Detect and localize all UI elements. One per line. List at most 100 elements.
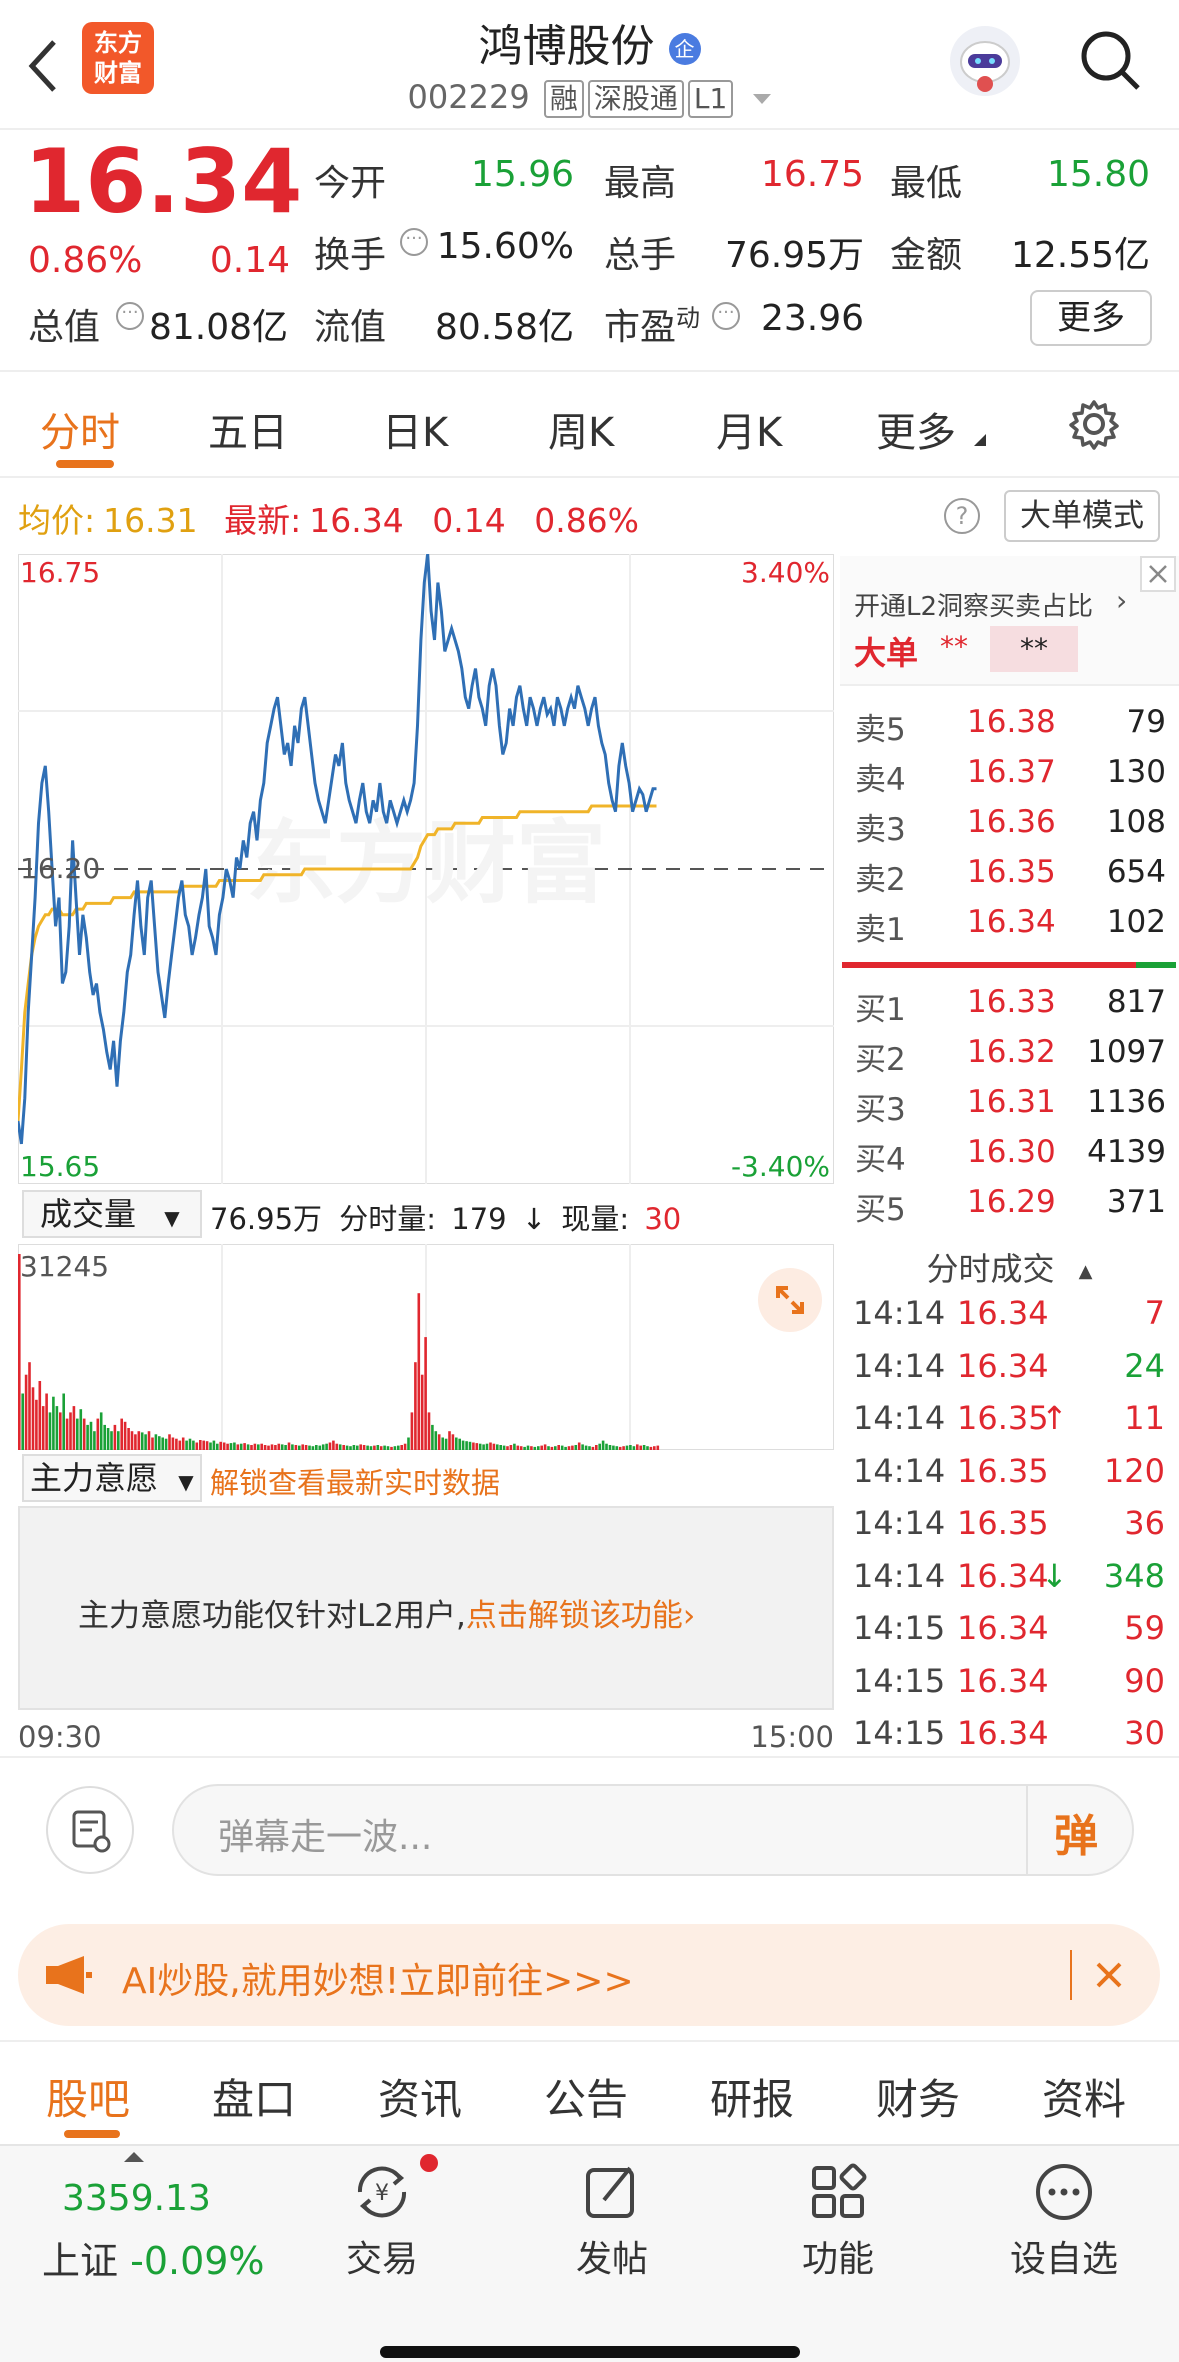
tab-daily-k[interactable]: 日K — [382, 400, 448, 458]
nav-trade[interactable]: 交易 — [322, 2230, 442, 2282]
robot-avatar-icon[interactable] — [950, 26, 1020, 96]
intraday-price-chart[interactable]: 东方财富 — [18, 554, 834, 1184]
tag-level: L1 — [687, 80, 734, 118]
more-button[interactable]: 更多 — [1030, 290, 1152, 346]
trade-price: 16.35 — [957, 1504, 1049, 1542]
volume-bar — [199, 1440, 202, 1450]
trades-title[interactable]: 分时成交 ▲ — [840, 1244, 1179, 1290]
volume-bar — [28, 1362, 31, 1450]
volume-bar — [639, 1445, 642, 1450]
bid-price: 16.30 — [967, 1134, 1056, 1170]
volume-bar — [636, 1444, 639, 1450]
bid-volume: 817 — [1106, 984, 1166, 1020]
nav-functions[interactable]: 功能 — [778, 2230, 898, 2282]
unlock-realtime-link[interactable]: 解锁查看最新实时数据 — [210, 1460, 500, 1502]
tab-announcements[interactable]: 公告 — [544, 2066, 628, 2127]
caret-up-icon[interactable] — [124, 2152, 144, 2162]
functions-icon[interactable] — [806, 2160, 870, 2224]
l2-promo-box[interactable]: 开通L2洞察买卖占比 › 大单 ** ** — [840, 556, 1179, 686]
bid-ask-ratio-bar — [842, 962, 1176, 968]
tab-intraday[interactable]: 分时 — [40, 400, 120, 458]
volume-bar — [325, 1443, 328, 1450]
settings-gear-icon[interactable] — [1068, 398, 1120, 450]
volume-bar — [151, 1437, 154, 1450]
stock-code: 002229 — [407, 78, 530, 116]
volume-bar — [550, 1446, 554, 1450]
volume-bar — [192, 1440, 195, 1450]
trade-volume: 11 — [1124, 1399, 1165, 1437]
tab-active-underline — [56, 460, 114, 468]
volume-bar — [21, 1393, 24, 1450]
search-icon[interactable] — [1078, 28, 1144, 94]
tab-profile[interactable]: 资料 — [1042, 2066, 1126, 2127]
amount-value: 12.55亿 — [1010, 235, 1150, 276]
tag-connect: 深股通 — [587, 80, 684, 118]
dropdown-icon[interactable] — [753, 94, 772, 104]
tab-pankou[interactable]: 盘口 — [212, 2066, 296, 2127]
tab-guba[interactable]: 股吧 — [46, 2066, 130, 2127]
volume-bar — [403, 1443, 407, 1450]
volume-bar — [236, 1444, 240, 1450]
main-will-dropdown[interactable]: 主力意愿 ▼ — [22, 1454, 202, 1502]
tab-monthly-k[interactable]: 月K — [716, 400, 782, 458]
main-will-unlock-link[interactable]: 点击解锁该功能 — [466, 1598, 683, 1634]
ask-volume: 130 — [1106, 754, 1166, 790]
trade-time: 14:14 — [853, 1504, 946, 1542]
expand-icon[interactable] — [758, 1268, 822, 1332]
trade-time: 14:15 — [853, 1661, 946, 1700]
volume-bar — [458, 1438, 461, 1450]
tab-5day[interactable]: 五日 — [208, 400, 288, 458]
volume-dropdown-label: 成交量 — [40, 1195, 137, 1233]
post-icon[interactable] — [580, 2160, 644, 2224]
danmaku-input[interactable]: 弹幕走一波... 弹 — [172, 1784, 1134, 1876]
tab-finance[interactable]: 财务 — [876, 2066, 960, 2127]
trade-time: 14:14 — [853, 1399, 946, 1437]
index-value[interactable]: 3359.13 — [62, 2178, 211, 2219]
trade-arrow: ↓ — [1041, 1556, 1068, 1595]
volume-chart[interactable] — [18, 1244, 834, 1450]
volume-bar — [461, 1440, 465, 1450]
danmaku-send-button[interactable]: 弹 — [1054, 1800, 1098, 1864]
index-row[interactable]: 上证 -0.09% — [42, 2230, 265, 2285]
trade-icon[interactable]: ¥ — [350, 2160, 414, 2224]
tab-weekly-k[interactable]: 周K — [548, 400, 614, 458]
bid-price: 16.29 — [967, 1184, 1056, 1220]
volume-bar — [359, 1444, 362, 1450]
volume-bar — [158, 1436, 161, 1450]
divider — [1026, 1786, 1028, 1874]
divider — [0, 2040, 1179, 2042]
tag-margin: 融 — [543, 80, 584, 118]
close-promo-icon[interactable] — [1140, 556, 1176, 592]
big-order-mode-button[interactable]: 大单模式 — [1004, 490, 1160, 542]
volume-bar — [496, 1444, 499, 1450]
volume-bar — [226, 1443, 229, 1450]
volume-bar — [506, 1446, 509, 1450]
trade-row: 14:14 16.34 7 — [853, 1294, 1171, 1346]
tab-more[interactable]: 更多 — [876, 400, 956, 458]
close-banner-icon[interactable] — [1092, 1958, 1126, 1992]
volume-bar — [414, 1362, 417, 1450]
volume-bar — [540, 1445, 543, 1450]
trade-row: 14:15 16.34 59 — [853, 1609, 1171, 1661]
volume-bar — [82, 1418, 86, 1450]
bid-row-3: 买3 16.31 1136 — [855, 1084, 1170, 1134]
volume-bar — [362, 1445, 366, 1450]
tab-research[interactable]: 研报 — [710, 2066, 794, 2127]
help-icon[interactable]: ? — [944, 498, 980, 534]
ai-banner[interactable]: AI炒股,就用妙想!立即前往>>> — [18, 1924, 1160, 2026]
add-watchlist-icon[interactable] — [1032, 2160, 1096, 2224]
pe-label: 市盈动 — [604, 298, 700, 350]
volume-label: 总手 — [604, 235, 677, 276]
nav-post[interactable]: 发帖 — [552, 2230, 672, 2282]
volume-dropdown[interactable]: 成交量 ▼ — [22, 1190, 202, 1238]
volume-bar — [513, 1443, 516, 1450]
volume-bar — [595, 1445, 598, 1450]
ask-volume: 79 — [1126, 704, 1166, 740]
danmaku-settings-icon[interactable] — [46, 1786, 134, 1874]
volume-bar — [373, 1445, 376, 1450]
volume-bar — [509, 1445, 513, 1450]
nav-add-watchlist[interactable]: 设自选 — [994, 2230, 1134, 2282]
volume-bar — [168, 1434, 171, 1450]
tab-news[interactable]: 资讯 — [378, 2066, 462, 2127]
divider — [0, 1756, 1179, 1758]
